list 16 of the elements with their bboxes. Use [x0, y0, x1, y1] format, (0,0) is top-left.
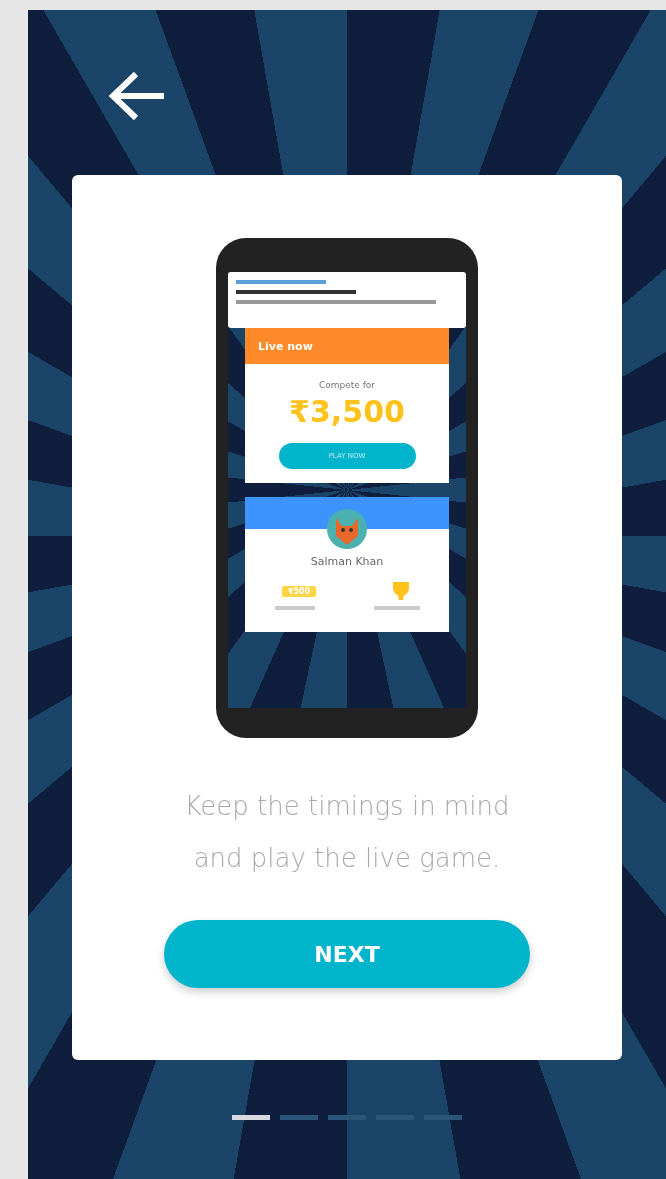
back-button[interactable] [108, 70, 166, 122]
live-header: Live now [245, 328, 449, 364]
player-name: Salman Khan [310, 555, 384, 568]
balance-amount: ₹500 [281, 585, 317, 597]
fox-avatar-icon [327, 509, 367, 549]
prize-amount: ₹3,500 [289, 394, 405, 429]
caption-text: Keep the timings in mind and play the live game. [183, 790, 511, 875]
page-indicator[interactable] [280, 1115, 318, 1120]
compete-label: Compete for [318, 380, 376, 390]
page-indicator[interactable] [328, 1115, 366, 1120]
page-indicator[interactable] [424, 1115, 462, 1120]
page-indicator[interactable] [232, 1115, 270, 1120]
back-arrow-icon [108, 70, 166, 122]
next-button[interactable]: NEXT [164, 920, 530, 988]
label-drawing [274, 606, 315, 610]
label-drawing [373, 606, 420, 610]
